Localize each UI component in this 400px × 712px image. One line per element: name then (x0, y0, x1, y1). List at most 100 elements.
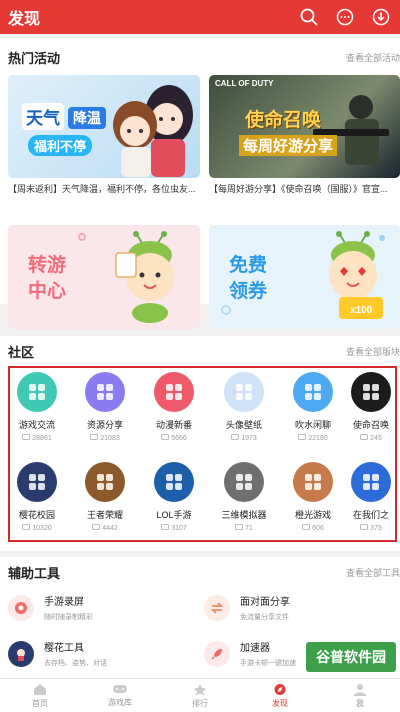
ranking-icon (194, 683, 206, 695)
board-name: 三维模拟器 (221, 510, 267, 520)
tool-sakura[interactable]: 樱花工具 去存档、姿势、对话 (8, 639, 107, 668)
coupon-count: x100 (350, 305, 373, 316)
tools-header: 辅助工具 查看全部工具 (0, 557, 400, 587)
board-avatar-icon (224, 372, 264, 412)
nav-game-library[interactable]: 游戏库 (80, 679, 160, 712)
comment-icon (161, 434, 170, 443)
download-icon[interactable] (370, 6, 392, 28)
board-post-count: 606 (280, 524, 346, 533)
community-header: 社区 查看全部版块 (0, 336, 400, 366)
gamepad-icon (113, 685, 127, 693)
tool-name: 樱花工具 (44, 643, 84, 654)
board-post-count: 21083 (72, 434, 138, 443)
banner-text: 使命召唤 (245, 110, 322, 131)
nav-ranking[interactable]: 排行 (160, 679, 240, 712)
board-post-count: 28861 (4, 434, 70, 443)
anime-girls-illustration (113, 85, 193, 177)
community-board-item[interactable]: 游戏交流 28861 (4, 372, 70, 443)
nav-discover[interactable]: 发现 (240, 679, 320, 712)
comment-icon (22, 434, 31, 443)
section-title: 辅助工具 (8, 565, 61, 581)
banner-caption[interactable]: 【周末返利】天气降温，福利不停，各位虫友... (8, 182, 200, 195)
board-avatar-icon (85, 372, 125, 412)
nav-home[interactable]: 首页 (0, 679, 80, 712)
section-title: 社区 (8, 344, 35, 360)
free-coupon-banner[interactable]: 免费 领券 x100 (209, 225, 400, 329)
view-all-activities-link[interactable]: 查看全部活动 (346, 51, 400, 64)
activity-banner-weather[interactable]: 天气 降温 福利不停 (8, 75, 200, 178)
tool-desc: 随时随录制精彩 (44, 614, 93, 621)
screen-record-icon (8, 594, 34, 621)
community-board-item[interactable]: 吹水闲聊 22180 (280, 372, 346, 443)
tool-accelerator[interactable]: 加速器 手游卡顿一键加速 (204, 639, 296, 668)
tool-desc: 手游卡顿一键加速 (240, 660, 296, 667)
board-post-count: 1973 (211, 434, 277, 443)
community-board-item[interactable]: 王者荣耀 4442 (72, 462, 138, 533)
banner-text: CALL OF DUTY (215, 79, 274, 88)
view-all-tools-link[interactable]: 查看全部工具 (346, 566, 400, 579)
sakura-tool-icon (8, 640, 34, 667)
decoration-circle (78, 233, 86, 241)
comment-icon (360, 434, 369, 443)
tool-desc: 去存档、姿势、对话 (44, 660, 107, 667)
community-board-item[interactable]: 动漫新番 5666 (141, 372, 207, 443)
board-name: 动漫新番 (155, 420, 192, 430)
comment-icon (298, 434, 307, 443)
community-board-item[interactable]: 三维模拟器 71 (211, 462, 277, 533)
board-avatar-icon (224, 462, 264, 502)
comment-icon (360, 524, 369, 533)
board-avatar-icon (293, 462, 333, 502)
comment-icon (90, 434, 99, 443)
comment-icon (92, 524, 101, 533)
top-app-bar: 发现 (0, 0, 400, 34)
search-icon[interactable] (298, 6, 320, 28)
comment-icon (231, 434, 240, 443)
tool-face-share[interactable]: 面对面分享 免流量分享文件 (204, 593, 290, 622)
board-post-count: 22180 (280, 434, 346, 443)
community-board-item[interactable]: 使命召唤 245 (349, 372, 393, 443)
board-name: 橙光游戏 (294, 510, 331, 520)
view-all-boards-link[interactable]: 查看全部版块 (346, 345, 400, 358)
board-post-count: 3107 (141, 524, 207, 533)
section-title: 热门活动 (8, 50, 61, 66)
soldier-illustration (313, 95, 389, 165)
message-icon[interactable] (334, 6, 356, 28)
community-board-item[interactable]: 樱花校园 10320 (4, 462, 70, 533)
board-name: 吹水闲聊 (294, 420, 331, 430)
mascot-icon (115, 231, 174, 323)
tool-screen-record[interactable]: 手游录屏 随时随录制精彩 (8, 593, 93, 622)
tool-name: 面对面分享 (240, 597, 290, 608)
board-avatar-icon (154, 462, 194, 502)
community-board-item[interactable]: 在我们之 375 (349, 462, 393, 533)
decoration-circle (221, 305, 231, 315)
share-arrows-icon (204, 594, 230, 621)
board-name: 游戏交流 (18, 420, 55, 430)
board-post-count: 375 (349, 524, 393, 533)
board-avatar-icon (17, 372, 57, 412)
bottom-navigation: 首页 游戏库 排行 发现 我 (0, 678, 400, 712)
tool-name: 加速器 (240, 643, 270, 654)
board-post-count: 4442 (72, 524, 138, 533)
free-coupon-label: 免费 领券 (229, 255, 268, 302)
rocket-icon (204, 640, 230, 667)
board-post-count: 10320 (4, 524, 70, 533)
comment-icon (235, 524, 243, 533)
activity-banner-cod[interactable]: CALL OF DUTY 使命召唤 每周好游分享 (209, 75, 400, 178)
board-name: 樱花校园 (18, 510, 55, 520)
board-name: 使命召唤 (352, 420, 389, 430)
board-post-count: 245 (349, 434, 393, 443)
board-avatar-icon (293, 372, 333, 412)
community-board-item[interactable]: 资源分享 21083 (72, 372, 138, 443)
community-board-item[interactable]: 橙光游戏 606 (280, 462, 346, 533)
board-post-count: 5666 (141, 434, 207, 443)
board-avatar-icon (85, 462, 125, 502)
banner-caption[interactable]: 【每周好游分享】《使命召唤（国服）》官宣... (209, 182, 399, 195)
banner-text: 每周好游分享 (239, 135, 338, 156)
profile-icon (354, 683, 366, 696)
banner-text: 福利不停 (28, 135, 93, 156)
board-avatar-icon (17, 462, 57, 502)
transfer-center-banner[interactable]: 转游 中心 (8, 225, 200, 329)
community-board-item[interactable]: LOL手游 3107 (141, 462, 207, 533)
community-board-item[interactable]: 头像壁纸 1973 (211, 372, 277, 443)
nav-me[interactable]: 我 (320, 679, 400, 712)
